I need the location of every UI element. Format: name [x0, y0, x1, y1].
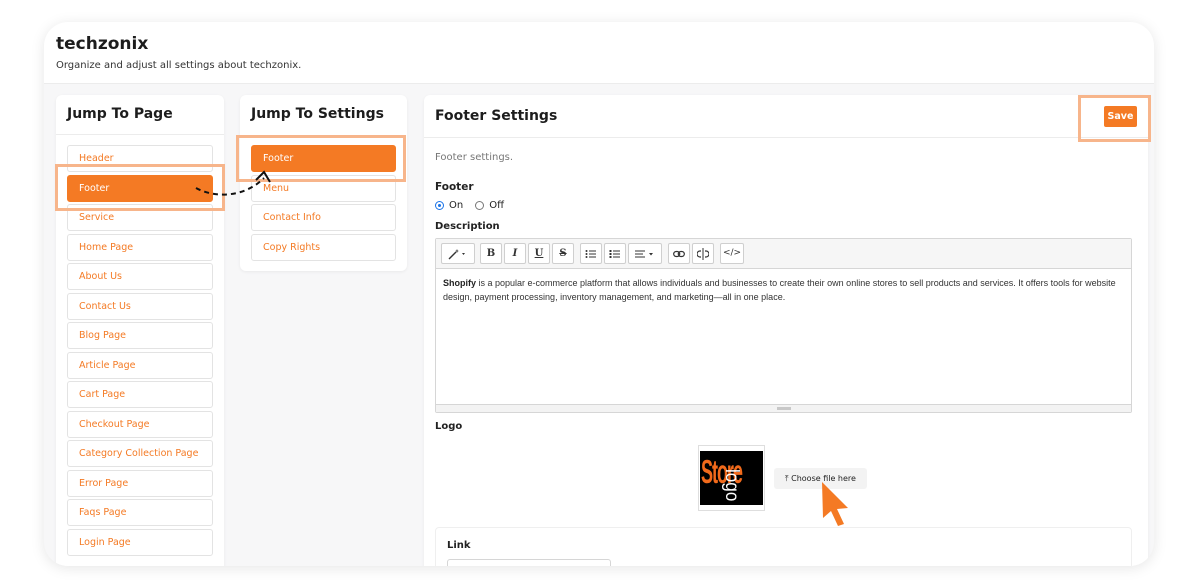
page-item-login-page[interactable]: Login Page	[67, 528, 213, 556]
footer-toggle-group: On Off	[435, 200, 504, 211]
unlink-button[interactable]	[692, 243, 714, 264]
logo-label: Logo	[435, 421, 463, 432]
settings-item-copy-rights[interactable]: Copy Rights	[251, 233, 396, 261]
link-label: Link	[447, 540, 471, 551]
page-item-home-page[interactable]: Home Page	[67, 233, 213, 261]
settings-item-contact-info[interactable]: Contact Info	[251, 204, 396, 231]
store-logo-image: Store logo	[700, 451, 763, 505]
logo-preview: Store logo	[698, 445, 765, 511]
italic-button[interactable]: I	[504, 243, 526, 264]
code-view-button[interactable]: </>	[720, 243, 744, 264]
footer-on-radio[interactable]	[435, 201, 444, 210]
app-title: techzonix	[56, 34, 149, 54]
save-button-highlight	[1078, 95, 1151, 142]
numbered-list-icon	[609, 250, 620, 258]
editor-resize-bar[interactable]	[436, 404, 1131, 412]
page-item-about-us[interactable]: About Us	[67, 263, 213, 290]
app-header: techzonix Organize and adjust all settin…	[44, 22, 1154, 84]
page-item-contact-us[interactable]: Contact Us	[67, 292, 213, 320]
page-item-blog-page[interactable]: Blog Page	[67, 322, 213, 349]
footer-on-label[interactable]: On	[449, 200, 463, 211]
resize-grip-icon	[776, 407, 791, 410]
link-input[interactable]	[447, 559, 611, 566]
numbered-list-button[interactable]	[604, 243, 626, 264]
logo-side-text: logo	[721, 469, 742, 502]
page-item-cart-page[interactable]: Cart Page	[67, 381, 213, 408]
pointer-cursor-icon	[822, 482, 848, 526]
align-left-icon	[635, 250, 653, 258]
app-subtitle: Organize and adjust all settings about t…	[56, 60, 302, 71]
app-window: techzonix Organize and adjust all settin…	[44, 22, 1154, 566]
footer-settings-panel: Footer Settings Save Footer settings. Fo…	[424, 95, 1148, 566]
underline-button[interactable]: U	[528, 243, 550, 264]
bold-button[interactable]: B	[480, 243, 502, 264]
description-label: Description	[435, 221, 500, 232]
footer-settings-header: Footer Settings Save	[424, 95, 1148, 138]
footer-off-label[interactable]: Off	[489, 200, 504, 211]
bullet-list-button[interactable]	[580, 243, 602, 264]
footer-off-radio[interactable]	[475, 201, 485, 210]
description-body-text: is a popular e-commerce platform that al…	[443, 278, 1116, 302]
page-item-checkout-page[interactable]: Checkout Page	[67, 410, 213, 438]
strikethrough-button[interactable]: S	[552, 243, 574, 264]
page-item-error-page[interactable]: Error Page	[67, 469, 213, 497]
footer-settings-helper: Footer settings.	[435, 152, 514, 163]
magic-wand-dropdown[interactable]	[441, 243, 475, 264]
dashed-arrow-icon	[195, 170, 271, 196]
page-item-article-page[interactable]: Article Page	[67, 351, 213, 379]
page-item-faqs-page[interactable]: Faqs Page	[67, 499, 213, 526]
bullet-list-icon	[585, 250, 596, 258]
align-dropdown[interactable]	[628, 243, 662, 264]
link-icon	[673, 250, 685, 258]
unlink-icon	[696, 248, 710, 260]
editor-toolbar: B I U S </>	[436, 239, 1131, 269]
divider	[56, 134, 224, 135]
description-text[interactable]: Shopify is a popular e-commerce platform…	[443, 276, 1124, 304]
link-section: Link	[435, 527, 1132, 566]
page-item-category-collection-page[interactable]: Category Collection Page	[67, 440, 213, 467]
jump-to-page-title: Jump To Page	[67, 106, 173, 122]
footer-field-label: Footer	[435, 181, 474, 193]
footer-settings-title: Footer Settings	[435, 108, 558, 124]
magic-wand-icon	[448, 249, 465, 260]
description-editor[interactable]: B I U S </> Shopify is a popular e-comme…	[435, 238, 1132, 413]
link-button[interactable]	[668, 243, 690, 264]
description-bold-text: Shopify	[443, 278, 476, 288]
jump-to-settings-title: Jump To Settings	[251, 106, 384, 122]
